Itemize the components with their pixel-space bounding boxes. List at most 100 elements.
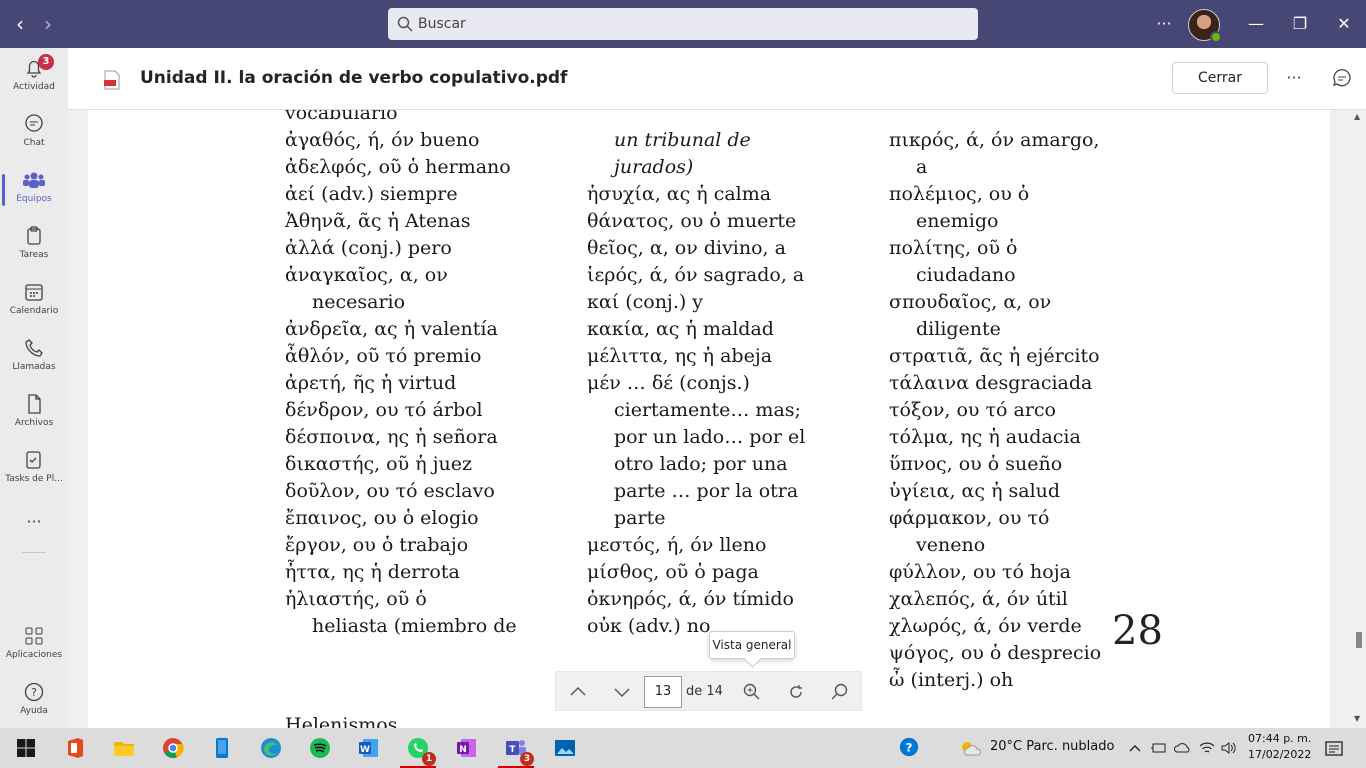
chevron-up-icon[interactable] <box>1126 739 1144 757</box>
chrome-icon[interactable] <box>161 736 185 760</box>
rail-label: Ayuda <box>20 706 48 716</box>
svg-text:T: T <box>509 745 516 755</box>
phone-icon <box>25 339 43 357</box>
vocabulary-line: πικρός, ά, όν amargo, <box>889 129 1100 151</box>
file-icon <box>28 394 41 414</box>
rail-label: Archivos <box>14 418 54 428</box>
scrollbar-thumb[interactable] <box>1356 632 1362 648</box>
vocabulary-line: ἀνδρεῖα, ας ἡ valentía <box>285 318 498 340</box>
calendar-icon <box>25 284 43 301</box>
rotate-icon[interactable] <box>784 680 808 704</box>
page-number-input[interactable]: 13 <box>644 676 682 708</box>
vocabulary-line: θεῖος, α, ον divino, a <box>587 237 786 259</box>
scroll-up-icon[interactable]: ▲ <box>1354 112 1360 121</box>
rail-item-aplicaciones[interactable]: Aplicaciones <box>0 618 68 674</box>
more-options-button[interactable]: ··· <box>1152 12 1176 36</box>
vocabulary-line: ἡλιαστής, οῦ ὁ <box>285 588 427 610</box>
rail-item-ayuda[interactable]: ? Ayuda <box>0 674 68 730</box>
rail-item-tareas[interactable]: Tareas <box>0 218 68 274</box>
rail-label: Equipos <box>16 194 52 204</box>
forward-button[interactable]: › <box>38 12 58 36</box>
rail-more-button[interactable]: ··· <box>0 504 68 540</box>
file-more-options-button[interactable]: ··· <box>1282 66 1306 90</box>
search-icon <box>397 16 413 32</box>
vocabulary-line: ἀγαθός, ή, όν bueno <box>285 129 480 151</box>
scroll-down-icon[interactable]: ▼ <box>1354 714 1360 723</box>
photos-icon[interactable] <box>553 736 577 760</box>
device-icon[interactable] <box>1150 739 1168 757</box>
vocabulary-line: ἔργον, ου ὁ trabajo <box>285 534 469 556</box>
file-title: Unidad II. la oración de verbo copulativ… <box>140 68 568 88</box>
notifications-icon[interactable] <box>1324 739 1344 759</box>
teams-badge: 3 <box>520 752 534 766</box>
wifi-icon[interactable] <box>1198 739 1216 757</box>
vocabulary-line: χλωρός, ά, όν verde <box>889 615 1082 637</box>
search-input[interactable]: Buscar <box>388 8 978 40</box>
back-button[interactable]: ‹ <box>10 12 30 36</box>
close-window-button[interactable]: ✕ <box>1332 12 1356 36</box>
vocabulary-line: a <box>916 156 928 178</box>
vocabulary-line: μίσθος, οῦ ὁ paga <box>587 561 759 583</box>
vocabulary-line: θάνατος, ου ὁ muerte <box>587 210 797 232</box>
rail-item-archivos[interactable]: Archivos <box>0 386 68 442</box>
svg-text:?: ? <box>31 686 37 699</box>
help-icon: ? <box>24 682 44 702</box>
clipboard-icon <box>27 226 41 245</box>
rail-item-calendario[interactable]: Calendario <box>0 274 68 330</box>
minimize-button[interactable]: — <box>1244 12 1268 36</box>
tooltip: Vista general <box>709 631 795 659</box>
office-icon[interactable] <box>63 736 87 760</box>
rail-item-actividad[interactable]: 3 Actividad <box>0 50 68 106</box>
app-rail: 3 Actividad Chat Equipos Tareas Calendar… <box>0 48 68 728</box>
next-page-icon[interactable] <box>610 680 634 704</box>
vocabulary-line: veneno <box>916 534 986 556</box>
volume-icon[interactable] <box>1220 739 1238 757</box>
phone-link-icon[interactable] <box>210 736 234 760</box>
vocabulary-line: στρατιᾶ, ᾶς ἡ ejército <box>889 345 1100 367</box>
vertical-scrollbar[interactable]: ▲ ▼ <box>1352 110 1366 728</box>
vocabulary-line: τόξον, ου τό arco <box>889 399 1056 421</box>
file-explorer-icon[interactable] <box>112 736 136 760</box>
svg-text:N: N <box>459 745 467 755</box>
find-icon[interactable] <box>828 680 852 704</box>
previous-page-icon[interactable] <box>566 680 590 704</box>
page-count-label: de 14 <box>686 684 723 699</box>
vocabulary-line: diligente <box>916 318 1001 340</box>
teams-taskbar-icon[interactable]: T 3 <box>498 736 534 768</box>
windows-start-icon[interactable] <box>14 736 38 760</box>
file-header: Unidad II. la oración de verbo copulativ… <box>68 48 1366 110</box>
help-tray-icon[interactable]: ? <box>898 736 922 760</box>
whatsapp-icon[interactable]: 1 <box>400 736 436 768</box>
edge-icon[interactable] <box>259 736 283 760</box>
rail-item-tasks-planner[interactable]: Tasks de Pl... <box>0 442 68 498</box>
rail-item-chat[interactable]: Chat <box>0 106 68 162</box>
vocabulary-line: τάλαινα desgraciada <box>889 372 1093 394</box>
rail-item-equipos[interactable]: Equipos <box>0 162 68 218</box>
search-placeholder: Buscar <box>418 16 466 32</box>
avatar[interactable] <box>1188 9 1222 43</box>
rail-label: Tareas <box>19 250 49 260</box>
zoom-in-icon[interactable] <box>740 680 764 704</box>
spotify-icon[interactable] <box>308 736 332 760</box>
onedrive-icon[interactable] <box>1174 739 1192 757</box>
word-icon[interactable]: W <box>357 736 381 760</box>
conversation-icon[interactable] <box>1330 66 1354 90</box>
clock-date: 17/02/2022 <box>1248 748 1312 761</box>
chat-icon <box>25 114 43 132</box>
close-file-button[interactable]: Cerrar <box>1172 62 1268 94</box>
tasks-icon <box>26 451 41 469</box>
weather-label[interactable]: 20°C Parc. nublado <box>990 739 1114 754</box>
vocabulary-line: ψόγος, ου ὁ desprecio <box>889 642 1102 664</box>
rail-item-llamadas[interactable]: Llamadas <box>0 330 68 386</box>
vocabulary-line: φύλλον, ου τό hoja <box>889 561 1071 583</box>
vocabulary-line: ἀεί (adv.) siempre <box>285 183 458 205</box>
vocabulary-line: enemigo <box>916 210 999 232</box>
vocabulary-line: καί (conj.) y <box>587 291 704 313</box>
vocabulary-line: ἔπαινος, ου ὁ elogio <box>285 507 479 529</box>
maximize-button[interactable]: ❐ <box>1288 12 1312 36</box>
onenote-icon[interactable]: N <box>455 736 479 760</box>
clock[interactable]: 07:44 p. m. 17/02/2022 <box>1248 731 1311 763</box>
rail-label: Chat <box>23 138 45 148</box>
rail-label: Aplicaciones <box>5 650 63 660</box>
rail-label: Calendario <box>9 306 59 316</box>
